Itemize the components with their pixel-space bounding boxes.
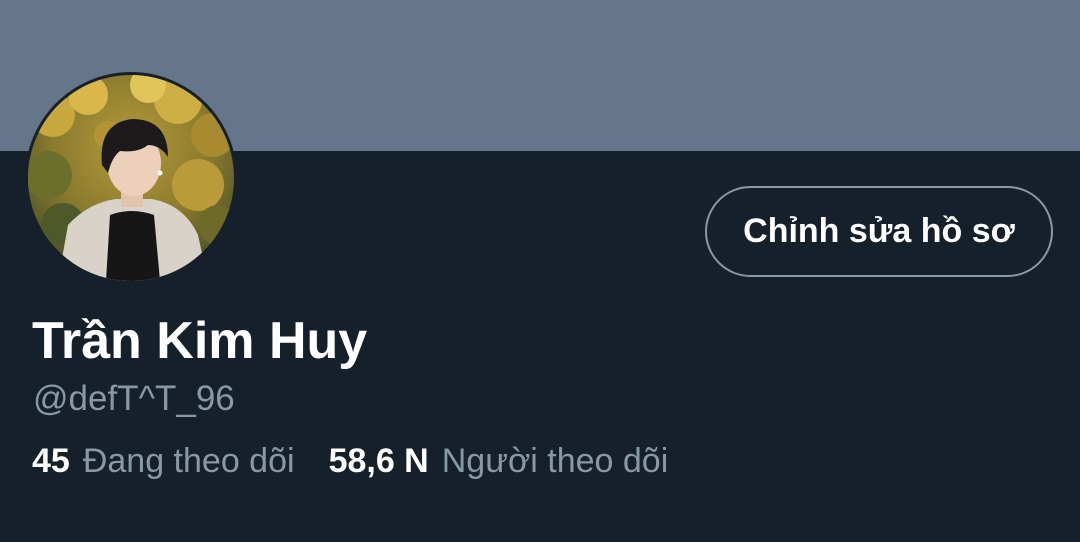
followers-label: Người theo dõi xyxy=(441,442,669,480)
avatar[interactable] xyxy=(28,75,234,281)
followers-count: 58,6 N xyxy=(328,442,429,480)
following-count: 45 xyxy=(32,442,70,480)
follow-stats: 45 Đang theo dõi 58,6 N Người theo dõi xyxy=(32,440,668,482)
username-handle: @defT^T_96 xyxy=(33,379,235,418)
avatar-image xyxy=(28,75,234,281)
following-label: Đang theo dõi xyxy=(82,442,295,480)
following-stat[interactable]: 45 Đang theo dõi xyxy=(32,440,295,482)
avatar-frame[interactable] xyxy=(25,72,237,284)
display-name: Trần Kim Huy xyxy=(32,312,368,370)
followers-stat[interactable]: 58,6 N Người theo dõi xyxy=(329,440,669,482)
edit-profile-button[interactable]: Chỉnh sửa hồ sơ xyxy=(705,186,1053,277)
